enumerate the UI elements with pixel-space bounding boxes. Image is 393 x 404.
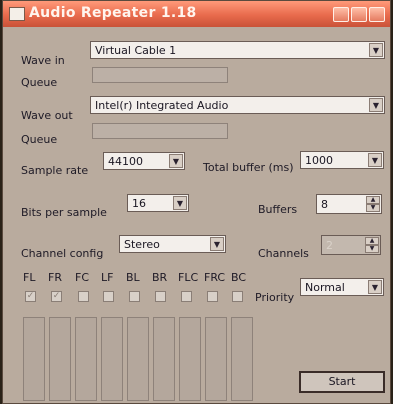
chevron-down-icon[interactable]: ▼ bbox=[169, 154, 183, 168]
wave-in-queue-label: Queue bbox=[21, 76, 58, 89]
wave-out-select[interactable]: Intel(r) Integrated Audio ▼ bbox=[90, 96, 385, 114]
start-button[interactable]: Start bbox=[299, 371, 385, 393]
app-icon bbox=[9, 7, 25, 21]
level-meter-flc bbox=[179, 317, 201, 401]
channel-checkbox-fc[interactable] bbox=[78, 291, 89, 302]
sample-rate-label: Sample rate bbox=[21, 164, 89, 177]
channel-checkbox-br[interactable] bbox=[155, 291, 166, 302]
check-icon: ✓ bbox=[52, 291, 61, 301]
level-meter-br bbox=[153, 317, 175, 401]
title-bar[interactable]: Audio Repeater 1.18 bbox=[3, 1, 390, 27]
buffers-label: Buffers bbox=[258, 203, 298, 216]
level-meter-bc bbox=[231, 317, 253, 401]
chevron-down-icon[interactable]: ▼ bbox=[369, 98, 383, 112]
channel-label-fl: FL bbox=[23, 271, 36, 284]
arrow-up-icon[interactable]: ▲ bbox=[366, 196, 380, 204]
channel-label-lf: LF bbox=[101, 271, 114, 284]
level-meter-lf bbox=[101, 317, 123, 401]
channels-label: Channels bbox=[258, 247, 309, 260]
channels-value: 2 bbox=[326, 239, 333, 252]
channel-label-br: BR bbox=[152, 271, 168, 284]
channel-checkbox-fr[interactable]: ✓ bbox=[51, 291, 62, 302]
sample-rate-select[interactable]: 44100 ▼ bbox=[103, 152, 185, 170]
bits-per-sample-label: Bits per sample bbox=[21, 206, 107, 219]
audio-repeater-window: Audio Repeater 1.18 Wave in Virtual Cabl… bbox=[2, 0, 391, 404]
chevron-down-icon[interactable]: ▼ bbox=[173, 196, 187, 210]
arrow-down-icon: ▼ bbox=[365, 245, 379, 253]
chevron-down-icon[interactable]: ▼ bbox=[210, 237, 224, 251]
buffers-spinner[interactable]: 8 ▲ ▼ bbox=[316, 194, 382, 214]
bits-per-sample-select[interactable]: 16 ▼ bbox=[127, 194, 189, 212]
buffers-value: 8 bbox=[321, 198, 328, 211]
priority-select[interactable]: Normal ▼ bbox=[300, 278, 384, 296]
channel-label-bc: BC bbox=[231, 271, 247, 284]
wave-in-label: Wave in bbox=[21, 54, 65, 67]
wave-in-select[interactable]: Virtual Cable 1 ▼ bbox=[90, 41, 385, 59]
chevron-down-icon[interactable]: ▼ bbox=[368, 280, 382, 294]
total-buffer-select[interactable]: 1000 ▼ bbox=[300, 151, 384, 169]
channel-checkbox-frc[interactable] bbox=[207, 291, 218, 302]
total-buffer-value: 1000 bbox=[305, 154, 333, 167]
channel-config-value: Stereo bbox=[124, 238, 160, 251]
level-meter-bl bbox=[127, 317, 149, 401]
close-button[interactable] bbox=[369, 7, 385, 22]
wave-out-value: Intel(r) Integrated Audio bbox=[95, 99, 229, 112]
channels-spinner: 2 ▲ ▼ bbox=[321, 235, 381, 255]
channel-config-select[interactable]: Stereo ▼ bbox=[119, 235, 226, 253]
priority-label: Priority bbox=[255, 291, 295, 304]
wave-out-queue-meter bbox=[92, 123, 228, 139]
minimize-button[interactable] bbox=[333, 7, 349, 22]
level-meter-frc bbox=[205, 317, 227, 401]
window-title: Audio Repeater 1.18 bbox=[29, 5, 197, 21]
channel-checkbox-bl[interactable] bbox=[129, 291, 140, 302]
total-buffer-label: Total buffer (ms) bbox=[203, 161, 294, 174]
sample-rate-value: 44100 bbox=[108, 155, 143, 168]
channel-config-label: Channel config bbox=[21, 247, 104, 260]
priority-value: Normal bbox=[305, 281, 345, 294]
arrow-down-icon[interactable]: ▼ bbox=[366, 204, 380, 212]
wave-out-queue-label: Queue bbox=[21, 133, 58, 146]
channel-label-fc: FC bbox=[75, 271, 90, 284]
channel-checkbox-fl[interactable]: ✓ bbox=[25, 291, 36, 302]
chevron-down-icon[interactable]: ▼ bbox=[369, 43, 383, 57]
channel-label-flc: FLC bbox=[178, 271, 199, 284]
maximize-button[interactable] bbox=[351, 7, 367, 22]
level-meter-fl bbox=[23, 317, 45, 401]
bits-per-sample-value: 16 bbox=[132, 197, 146, 210]
level-meter-fr bbox=[49, 317, 71, 401]
wave-in-queue-meter bbox=[92, 67, 228, 83]
chevron-down-icon[interactable]: ▼ bbox=[368, 153, 382, 167]
channel-label-fr: FR bbox=[48, 271, 62, 284]
channel-checkbox-lf[interactable] bbox=[103, 291, 114, 302]
channel-checkbox-flc[interactable] bbox=[181, 291, 192, 302]
channel-checkbox-bc[interactable] bbox=[232, 291, 243, 302]
arrow-up-icon: ▲ bbox=[365, 237, 379, 245]
wave-out-label: Wave out bbox=[21, 109, 73, 122]
channel-label-bl: BL bbox=[126, 271, 140, 284]
level-meter-fc bbox=[75, 317, 97, 401]
wave-in-value: Virtual Cable 1 bbox=[95, 44, 177, 57]
channel-label-frc: FRC bbox=[204, 271, 226, 284]
check-icon: ✓ bbox=[26, 291, 35, 301]
